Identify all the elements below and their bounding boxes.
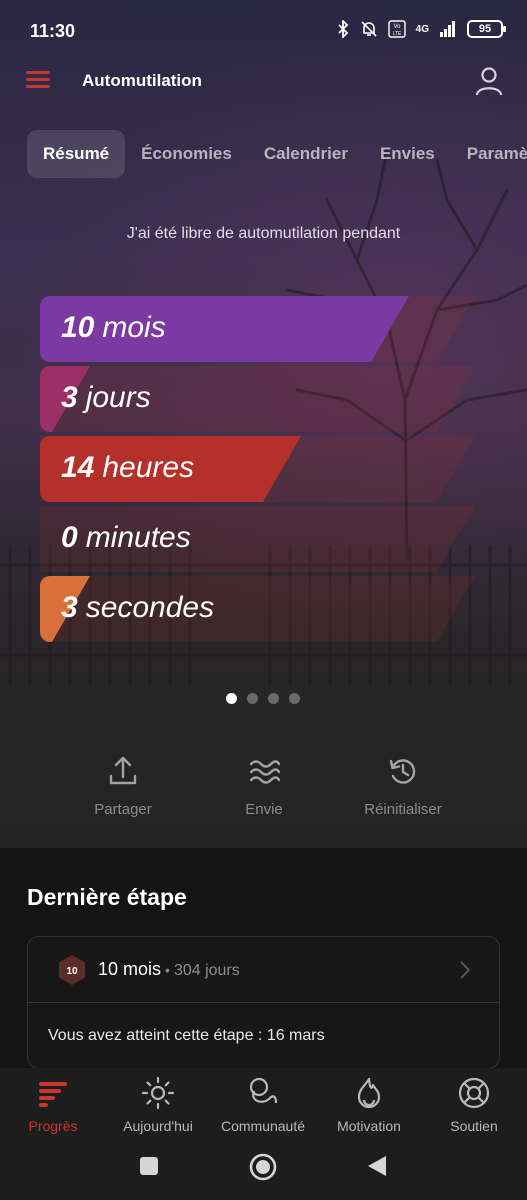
page-dot-4[interactable] [289,693,300,704]
home-circle-icon[interactable] [249,1153,277,1181]
free-duration-label: J'ai été libre de automutilation pendant [126,225,401,242]
app-bar: Automutilation [0,56,527,106]
menu-icon[interactable] [26,71,50,91]
nav-progres[interactable]: Progrès [0,1076,108,1134]
waves-icon [249,760,280,784]
bluetooth-icon [338,20,348,38]
share-icon [109,756,137,785]
milestone-row[interactable]: 10 10 mois • 304 jours [28,937,499,1003]
network-type: 4G [415,23,429,35]
reset-label: Réinitialiser [364,801,442,818]
counter-months-value: 10 [61,311,95,344]
tab-resume[interactable]: Résumé [27,130,126,178]
counter-minutes: 0 minutes [40,506,480,572]
counter-months-unit: mois [102,311,166,344]
page-indicator[interactable] [226,693,300,704]
page-dot-1[interactable] [226,693,237,704]
flame-icon [357,1077,381,1109]
counter-seconds-value: 3 [61,591,78,624]
mute-bell-icon [361,21,377,37]
milestone-badge-number: 10 [66,966,78,977]
nav-progres-label: Progrès [28,1118,78,1134]
status-icons: Vo LTE 4G 95 [336,20,506,38]
share-label: Partager [94,801,152,818]
sun-icon [141,1076,175,1110]
recents-square-icon[interactable] [139,1156,159,1176]
milestone-name: 10 mois [98,959,162,979]
chevron-right-icon [460,961,471,979]
svg-text:Vo: Vo [393,24,401,30]
nav-motivation-label: Motivation [337,1118,401,1134]
nav-aujourdhui-label: Aujourd'hui [123,1118,193,1134]
counter-days-unit: jours [85,381,151,414]
battery-indicator: 95 [467,20,506,38]
lifebuoy-icon [458,1077,490,1109]
nav-communaute[interactable]: Communauté [208,1076,318,1134]
community-icon [249,1077,278,1104]
page-dot-2[interactable] [247,693,258,704]
craving-button[interactable]: Envie [199,755,329,818]
counter-hours: 14 heures [40,436,480,502]
tab-bar: Résumé Économies Calendrier Envies Param… [27,130,527,178]
action-row: Partager Envie Réinitialiser [0,755,527,825]
profile-icon[interactable] [475,66,503,96]
tab-envies[interactable]: Envies [364,130,451,178]
counter-seconds-unit: secondes [85,591,215,624]
milestone-name-line: 10 mois • 304 jours [98,959,240,980]
section-title-milestone: Dernière étape [27,884,187,910]
progress-icon [39,1082,67,1107]
counter-months: 10 mois [40,296,480,362]
counter-minutes-value: 0 [61,521,78,554]
history-icon [389,759,416,784]
page-dot-3[interactable] [268,693,279,704]
milestone-separator: • [165,962,170,978]
tab-parametres[interactable]: Paramètr [451,130,527,178]
milestone-reached-text: Vous avez atteint cette étape : 16 mars [48,1027,325,1044]
status-bar: 11:30 Vo LTE 4G 95 [0,0,527,60]
milestone-badge-icon: 10 [59,955,85,985]
counter-days-value: 3 [61,381,78,414]
system-navigation-bar [0,1142,527,1200]
nav-motivation[interactable]: Motivation [314,1076,424,1134]
tab-economies[interactable]: Économies [125,130,248,178]
nav-aujourdhui[interactable]: Aujourd'hui [103,1076,213,1134]
counter-minutes-unit: minutes [85,521,191,554]
counter-hours-unit: heures [102,451,195,484]
nav-soutien-label: Soutien [450,1118,498,1134]
status-time: 11:30 [30,21,76,41]
battery-level: 95 [478,23,492,35]
nav-communaute-label: Communauté [220,1118,306,1134]
counter-days: 3 jours [40,366,480,432]
volte-icon: VoLTE [387,20,406,38]
app-title: Automutilation [82,71,202,90]
tab-calendrier[interactable]: Calendrier [248,130,364,178]
milestone-card[interactable]: 10 10 mois • 304 jours Vous avez atteint c… [27,936,500,1069]
counter-hours-value: 14 [61,451,95,484]
signal-icon [440,21,455,37]
counter-seconds: 3 secondes [40,576,480,642]
share-button[interactable]: Partager [58,755,188,818]
milestone-days: 304 jours [173,962,240,979]
craving-label: Envie [245,801,283,818]
svg-text:LTE: LTE [392,31,401,37]
back-triangle-icon[interactable] [367,1155,387,1177]
nav-soutien[interactable]: Soutien [419,1076,527,1134]
reset-button[interactable]: Réinitialiser [338,755,468,818]
